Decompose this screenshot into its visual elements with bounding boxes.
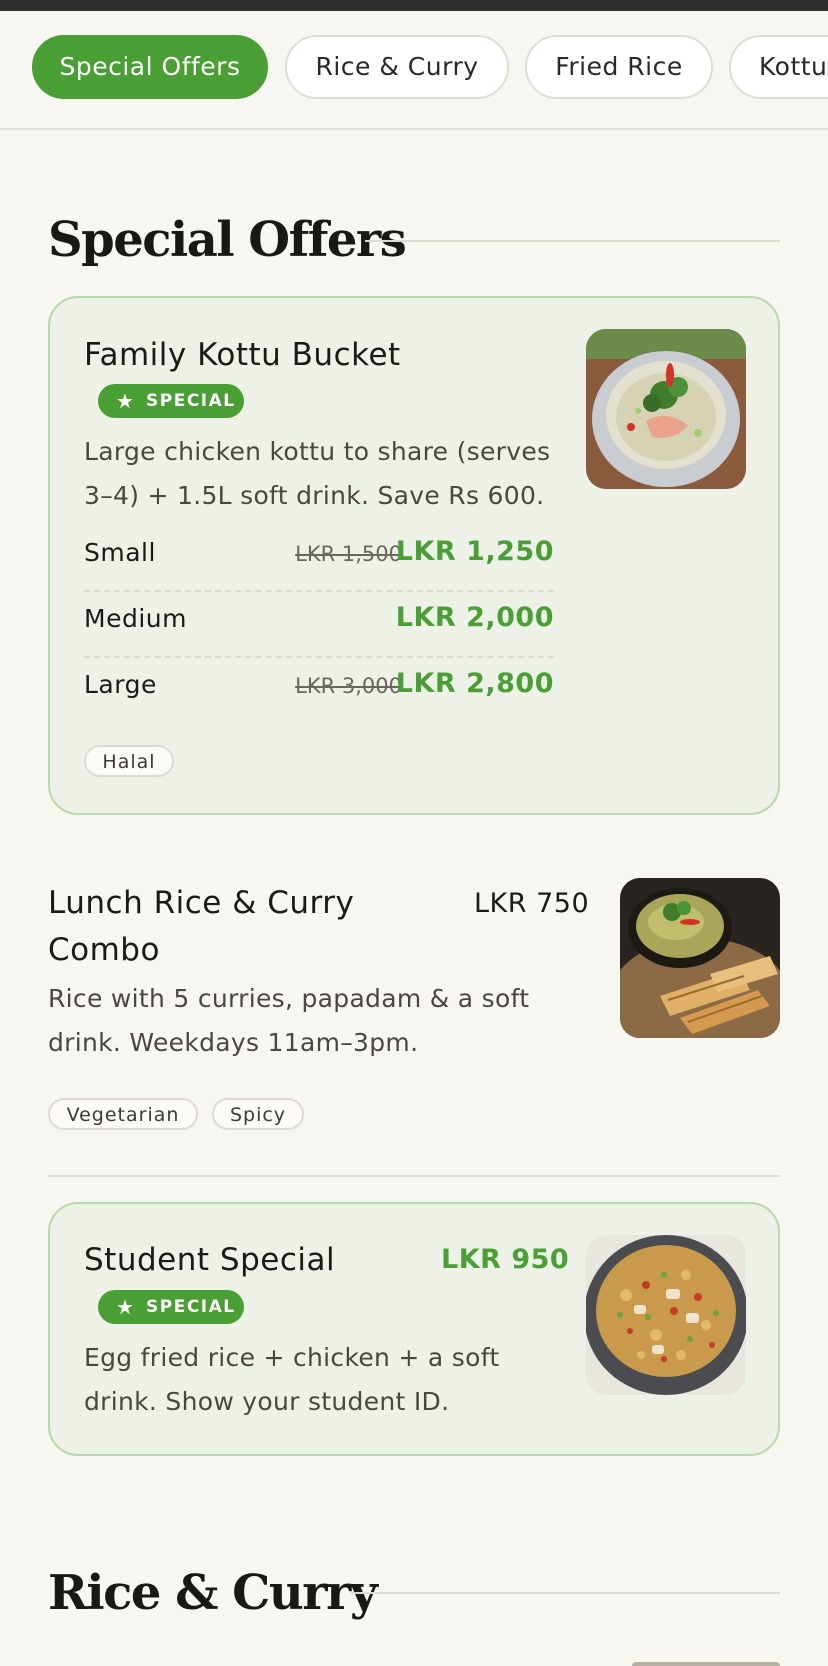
section-title-special-offers: Special Offers: [48, 212, 407, 268]
section-divider: [351, 1592, 780, 1594]
item-photo-fried-rice: [586, 1235, 746, 1395]
size-row-medium[interactable]: Medium LKR 2,000: [84, 592, 554, 658]
size-label: Large: [84, 670, 157, 699]
special-badge: ★ SPECIAL: [98, 1290, 244, 1324]
item-photo-green-curry: [620, 878, 780, 1038]
item-description: Rice with 5 curries, papadam & a soft dr…: [48, 984, 530, 1057]
item-divider: [48, 1175, 780, 1177]
item-photo-noodle-soup: [586, 329, 746, 489]
section-divider: [365, 240, 780, 242]
star-icon: ★: [116, 389, 136, 413]
dietary-tag: Vegetarian: [48, 1098, 198, 1130]
dietary-tag: Halal: [84, 745, 174, 777]
sale-price: LKR 1,250: [395, 536, 554, 567]
menu-item-student-special[interactable]: Student Special LKR 950 ★ SPECIAL Egg fr…: [48, 1202, 780, 1456]
item-description: Large chicken kottu to share (serves 3–4…: [84, 437, 551, 510]
size-label: Medium: [84, 604, 187, 633]
item-price: LKR 750: [474, 888, 590, 919]
item-name: Student Special: [84, 1242, 336, 1278]
tab-fried-rice[interactable]: Fried Rice: [525, 35, 713, 99]
item-description: Egg fried rice + chicken + a soft drink.…: [84, 1343, 500, 1416]
size-label: Small: [84, 538, 156, 567]
badge-label: SPECIAL: [146, 1297, 236, 1317]
sale-price: LKR 2,800: [395, 668, 554, 699]
menu-item-family-kottu-bucket[interactable]: Family Kottu Bucket ★ SPECIAL Large chic…: [48, 296, 780, 815]
special-badge: ★ SPECIAL: [98, 384, 244, 418]
tab-kottu[interactable]: Kottu: [729, 35, 828, 99]
size-row-small[interactable]: Small LKR 1,500 LKR 1,250: [84, 526, 554, 592]
category-tabs: Special Offers Rice & Curry Fried Rice K…: [0, 11, 828, 130]
star-icon: ★: [116, 1295, 136, 1319]
menu-item-lunch-rice-curry-combo[interactable]: Lunch Rice & Curry Combo LKR 750 Rice wi…: [48, 876, 780, 1176]
item-price: LKR 950: [441, 1244, 570, 1275]
sale-price: LKR 2,000: [395, 602, 554, 633]
dietary-tag: Spicy: [212, 1098, 304, 1130]
section-title-rice-curry: Rice & Curry: [48, 1565, 378, 1621]
tab-rice-curry[interactable]: Rice & Curry: [285, 35, 509, 99]
original-price: LKR 1,500: [295, 542, 402, 566]
status-bar: [0, 0, 828, 11]
size-row-large[interactable]: Large LKR 3,000 LKR 2,800: [84, 658, 554, 722]
original-price: LKR 3,000: [295, 674, 402, 698]
tab-special-offers[interactable]: Special Offers: [32, 35, 268, 99]
item-name: Family Kottu Bucket: [84, 337, 401, 373]
item-photo-partial: [632, 1662, 780, 1666]
item-name: Lunch Rice & Curry Combo: [48, 885, 355, 968]
badge-label: SPECIAL: [146, 391, 236, 411]
